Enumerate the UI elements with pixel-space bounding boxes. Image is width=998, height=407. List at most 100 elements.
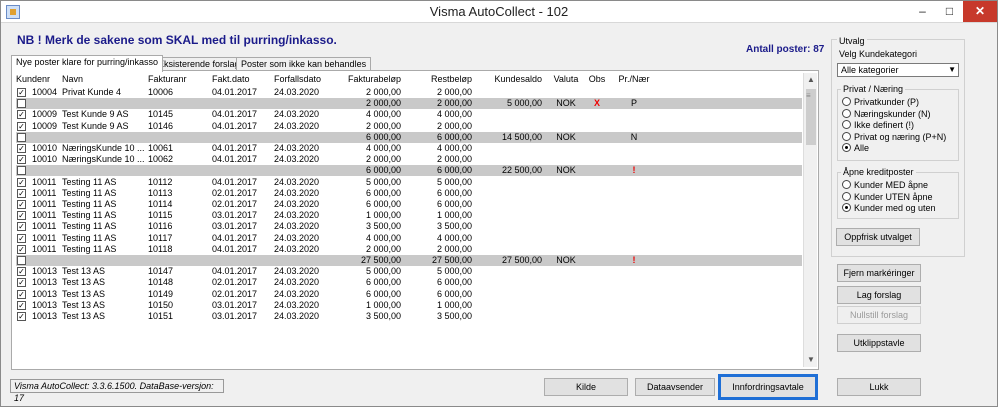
table-row[interactable]: ✓ 10013 Test 13 AS 10147 04.01.2017 24.03.202… <box>16 266 802 277</box>
maximize-button[interactable]: □ <box>936 1 963 22</box>
summary-row[interactable]: 6 000,00 6 000,00 14 500,00 NOK N <box>16 131 802 143</box>
table-row[interactable]: ✓ 10011 Testing 11 AS 10118 04.01.2017 24.03.… <box>16 244 802 255</box>
summary-row[interactable]: 27 500,00 27 500,00 27 500,00 NOK! <box>16 255 802 266</box>
row-checkbox[interactable]: ✓ <box>17 233 26 243</box>
tab-existing-proposals[interactable]: Eksisterende forslag <box>153 57 245 71</box>
scroll-up-icon[interactable]: ▲ <box>804 73 818 87</box>
table-row[interactable]: ✓ 10004 Privat Kunde 4 10006 04.01.2017 24.03… <box>16 87 802 98</box>
col-navn[interactable]: Navn <box>62 74 142 85</box>
col-fakturabelop[interactable]: Fakturabeløp <box>335 74 401 85</box>
row-checkbox[interactable]: ✓ <box>17 88 26 97</box>
create-proposal-button[interactable]: Lag forslag <box>837 286 921 304</box>
summary-row[interactable]: 6 000,00 6 000,00 22 500,00 NOK! <box>16 165 802 177</box>
table-row[interactable]: ✓ 10011 Testing 11 AS 10115 03.01.2017 24.03.… <box>16 210 802 221</box>
row-checkbox[interactable]: ✓ <box>17 278 26 288</box>
col-fakturanr[interactable]: Fakturanr <box>148 74 198 85</box>
table-row[interactable]: ✓ 10013 Test 13 AS 10151 03.01.2017 24.03.202… <box>16 311 802 322</box>
radio-icon[interactable] <box>842 180 851 189</box>
cell-belop: 6 000,00 <box>365 199 401 209</box>
lukk-button[interactable]: Lukk <box>837 378 921 396</box>
row-checkbox[interactable]: ✓ <box>17 300 26 310</box>
table-row[interactable]: ✓ 10011 Testing 11 AS 10113 02.01.2017 24.03.… <box>16 188 802 199</box>
tab-new-items[interactable]: Nye poster klare for purring/inkasso <box>11 55 164 72</box>
row-checkbox[interactable]: ✓ <box>17 289 26 299</box>
privat-naering-option[interactable]: Ikke definert (!) <box>842 120 914 131</box>
table-row[interactable]: ✓ 10011 Testing 11 AS 10114 02.01.2017 24.03.… <box>16 199 802 210</box>
col-restbelop[interactable]: Restbeløp <box>406 74 472 85</box>
row-checkbox[interactable]: ✓ <box>17 267 26 277</box>
clipboard-button[interactable]: Utklippstavle <box>837 334 921 352</box>
table-row[interactable]: ✓ 10011 Testing 11 AS 10117 04.01.2017 24.03.… <box>16 233 802 244</box>
cell-obs <box>586 255 608 266</box>
table-row[interactable]: ✓ 10011 Testing 11 AS 10116 03.01.2017 24.03.… <box>16 221 802 232</box>
row-checkbox[interactable]: ✓ <box>17 155 26 165</box>
radio-icon[interactable] <box>842 143 851 152</box>
table-row[interactable]: ✓ 10010 NæringsKunde 10 ... 10062 04.01.2017… <box>16 154 802 165</box>
cell-kunde: 10013 <box>32 311 58 321</box>
tab-unprocessable-items[interactable]: Poster som ikke kan behandles <box>236 57 372 71</box>
cell-forf: 24.03.2020 <box>274 187 320 198</box>
radio-icon[interactable] <box>842 108 851 118</box>
row-checkbox[interactable]: ✓ <box>17 110 26 120</box>
minimize-button[interactable]: – <box>909 1 936 22</box>
table-row[interactable]: ✓ 10013 Test 13 AS 10149 02.01.2017 24.03.202… <box>16 289 802 300</box>
table-row[interactable]: ✓ 10013 Test 13 AS 10148 02.01.2017 24.03.202… <box>16 277 802 288</box>
privat-naering-option[interactable]: Næringskunder (N) <box>842 108 931 120</box>
cell-forf: 24.03.2020 <box>274 232 320 243</box>
row-checkbox[interactable]: ✓ <box>17 244 26 254</box>
category-dropdown[interactable]: Alle kategorier ▼ <box>837 63 959 77</box>
row-checkbox[interactable]: ✓ <box>17 211 26 221</box>
privat-naering-title: Privat / Næring <box>841 84 906 94</box>
clear-marks-button[interactable]: Fjern markéringer <box>837 264 921 282</box>
row-checkbox[interactable]: ✓ <box>17 121 26 131</box>
kilde-button[interactable]: Kilde <box>544 378 628 396</box>
radio-icon[interactable] <box>842 203 851 212</box>
cell-belop: 2 000,00 <box>365 154 401 165</box>
privat-naering-option[interactable]: Alle <box>842 143 869 154</box>
privat-naering-option-label: Ikke definert (!) <box>854 120 915 130</box>
col-fakt-dato[interactable]: Fakt.dato <box>212 74 272 85</box>
cell-forf: 24.03.2020 <box>274 199 320 209</box>
table-row[interactable]: ✓ 10009 Test Kunde 9 AS 10145 04.01.2017 24.0… <box>16 109 802 120</box>
col-kundenr[interactable]: Kundenr <box>16 74 56 85</box>
refresh-selection-button[interactable]: Oppfrisk utvalget <box>836 228 920 246</box>
chevron-down-icon[interactable]: ▼ <box>948 64 956 76</box>
scroll-down-icon[interactable]: ▼ <box>804 353 818 367</box>
row-checkbox[interactable]: ✓ <box>17 144 26 153</box>
row-checkbox[interactable] <box>17 132 26 142</box>
radio-icon[interactable] <box>842 191 851 201</box>
col-obs[interactable]: Obs <box>586 74 608 85</box>
col-kundesaldo[interactable]: Kundesaldo <box>472 74 542 85</box>
table-row[interactable]: ✓ 10011 Testing 11 AS 10112 04.01.2017 24.03.… <box>16 177 802 188</box>
vertical-scrollbar[interactable]: ▲ ≡ ▼ <box>803 73 817 367</box>
dataavsender-button[interactable]: Dataavsender <box>635 378 715 396</box>
apne-kreditposter-option[interactable]: Kunder UTEN åpne <box>842 191 933 203</box>
row-checkbox[interactable]: ✓ <box>17 312 26 321</box>
row-checkbox[interactable] <box>17 256 26 265</box>
innfordringsavtale-button[interactable]: Innfordringsavtale <box>718 374 818 400</box>
apne-kreditposter-option[interactable]: Kunder med og uten <box>842 203 936 214</box>
row-checkbox[interactable]: ✓ <box>17 222 26 232</box>
cell-prn: P <box>630 98 637 109</box>
privat-naering-option[interactable]: Privatkunder (P) <box>842 97 919 108</box>
privat-naering-option[interactable]: Privat og næring (P+N) <box>842 131 946 143</box>
table-row[interactable]: ✓ 10009 Test Kunde 9 AS 10146 04.01.2017 24.0… <box>16 121 802 132</box>
cell-kunde: 10013 <box>32 277 58 288</box>
row-checkbox[interactable] <box>17 166 26 176</box>
reset-proposal-button[interactable]: Nullstill forslag <box>837 306 921 324</box>
col-forfallsdato[interactable]: Forfallsdato <box>274 74 334 85</box>
row-checkbox[interactable]: ✓ <box>17 177 26 187</box>
radio-icon[interactable] <box>842 97 851 106</box>
apne-kreditposter-option[interactable]: Kunder MED åpne <box>842 180 928 191</box>
col-pr-naer[interactable]: Pr./Nær <box>610 74 658 85</box>
row-checkbox[interactable]: ✓ <box>17 200 26 209</box>
table-row[interactable]: ✓ 10013 Test 13 AS 10150 03.01.2017 24.03.202… <box>16 300 802 311</box>
row-checkbox[interactable] <box>17 99 26 109</box>
col-valuta[interactable]: Valuta <box>546 74 586 85</box>
row-checkbox[interactable]: ✓ <box>17 188 26 198</box>
radio-icon[interactable] <box>842 131 851 141</box>
summary-row[interactable]: 2 000,00 2 000,00 5 000,00 NOK X P <box>16 98 802 110</box>
table-row[interactable]: ✓ 10010 NæringsKunde 10 ... 10061 04.01.2017… <box>16 143 802 154</box>
close-button[interactable]: ✕ <box>963 1 997 22</box>
radio-icon[interactable] <box>842 120 851 129</box>
